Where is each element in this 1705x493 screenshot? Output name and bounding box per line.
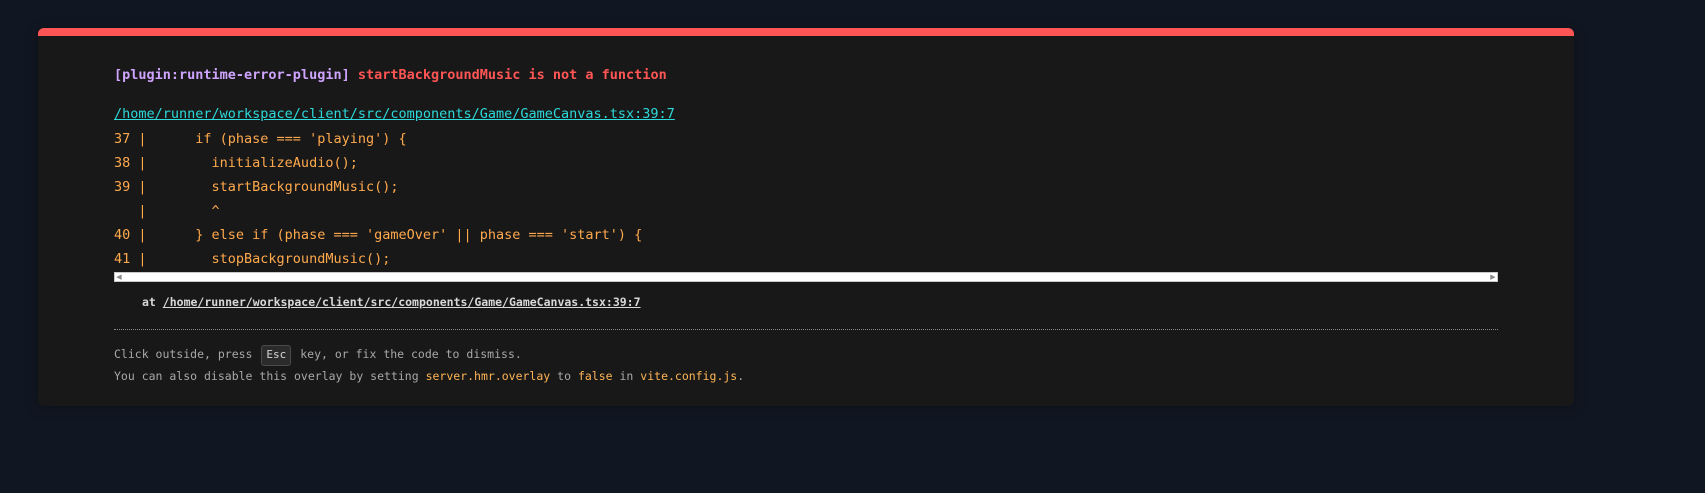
config-key: server.hmr.overlay — [425, 369, 551, 383]
error-message: [plugin:runtime-error-plugin] startBackg… — [114, 67, 667, 83]
dismiss-tip: Click outside, press Esc key, or fix the… — [114, 345, 522, 366]
tip-text: You can also disable this overlay by set… — [114, 369, 419, 383]
code-line: 40 | } else if (phase === 'gameOver' || … — [114, 227, 643, 243]
config-tip: You can also disable this overlay by set… — [114, 369, 744, 383]
esc-key: Esc — [261, 345, 292, 366]
false-value: false — [577, 369, 613, 383]
error-file-link[interactable]: /home/runner/workspace/client/src/compon… — [114, 106, 675, 122]
code-frame: 37 | if (phase === 'playing') { 38 | init… — [114, 127, 1498, 267]
tip-text: in — [619, 369, 634, 383]
scroll-left-arrow-icon[interactable]: ◀ — [115, 273, 123, 281]
config-file: vite.config.js — [640, 369, 738, 383]
scroll-right-arrow-icon[interactable]: ▶ — [1489, 273, 1497, 281]
tip-text: Click outside, press — [114, 347, 253, 361]
code-line: 41 | stopBackgroundMusic(); — [114, 251, 391, 267]
code-line: 39 | startBackgroundMusic(); — [114, 179, 399, 195]
stack-prefix: at — [142, 295, 156, 309]
divider — [114, 329, 1498, 330]
stack-file-link[interactable]: /home/runner/workspace/client/src/compon… — [163, 295, 641, 309]
code-line: 38 | initializeAudio(); — [114, 155, 358, 171]
error-text: startBackgroundMusic is not a function — [357, 67, 667, 83]
horizontal-scrollbar[interactable]: ◀ ▶ — [114, 272, 1498, 282]
tip-period: . — [737, 369, 745, 383]
code-line-caret: | ^ — [114, 203, 220, 219]
tip-text: to — [557, 369, 571, 383]
tip-text: key, or fix the code to dismiss. — [300, 347, 522, 361]
code-line: 37 | if (phase === 'playing') { — [114, 131, 407, 147]
error-overlay: [plugin:runtime-error-plugin] startBackg… — [38, 28, 1574, 406]
plugin-tag: [plugin:runtime-error-plugin] — [114, 67, 350, 83]
stack-trace: at /home/runner/workspace/client/src/com… — [142, 295, 641, 309]
